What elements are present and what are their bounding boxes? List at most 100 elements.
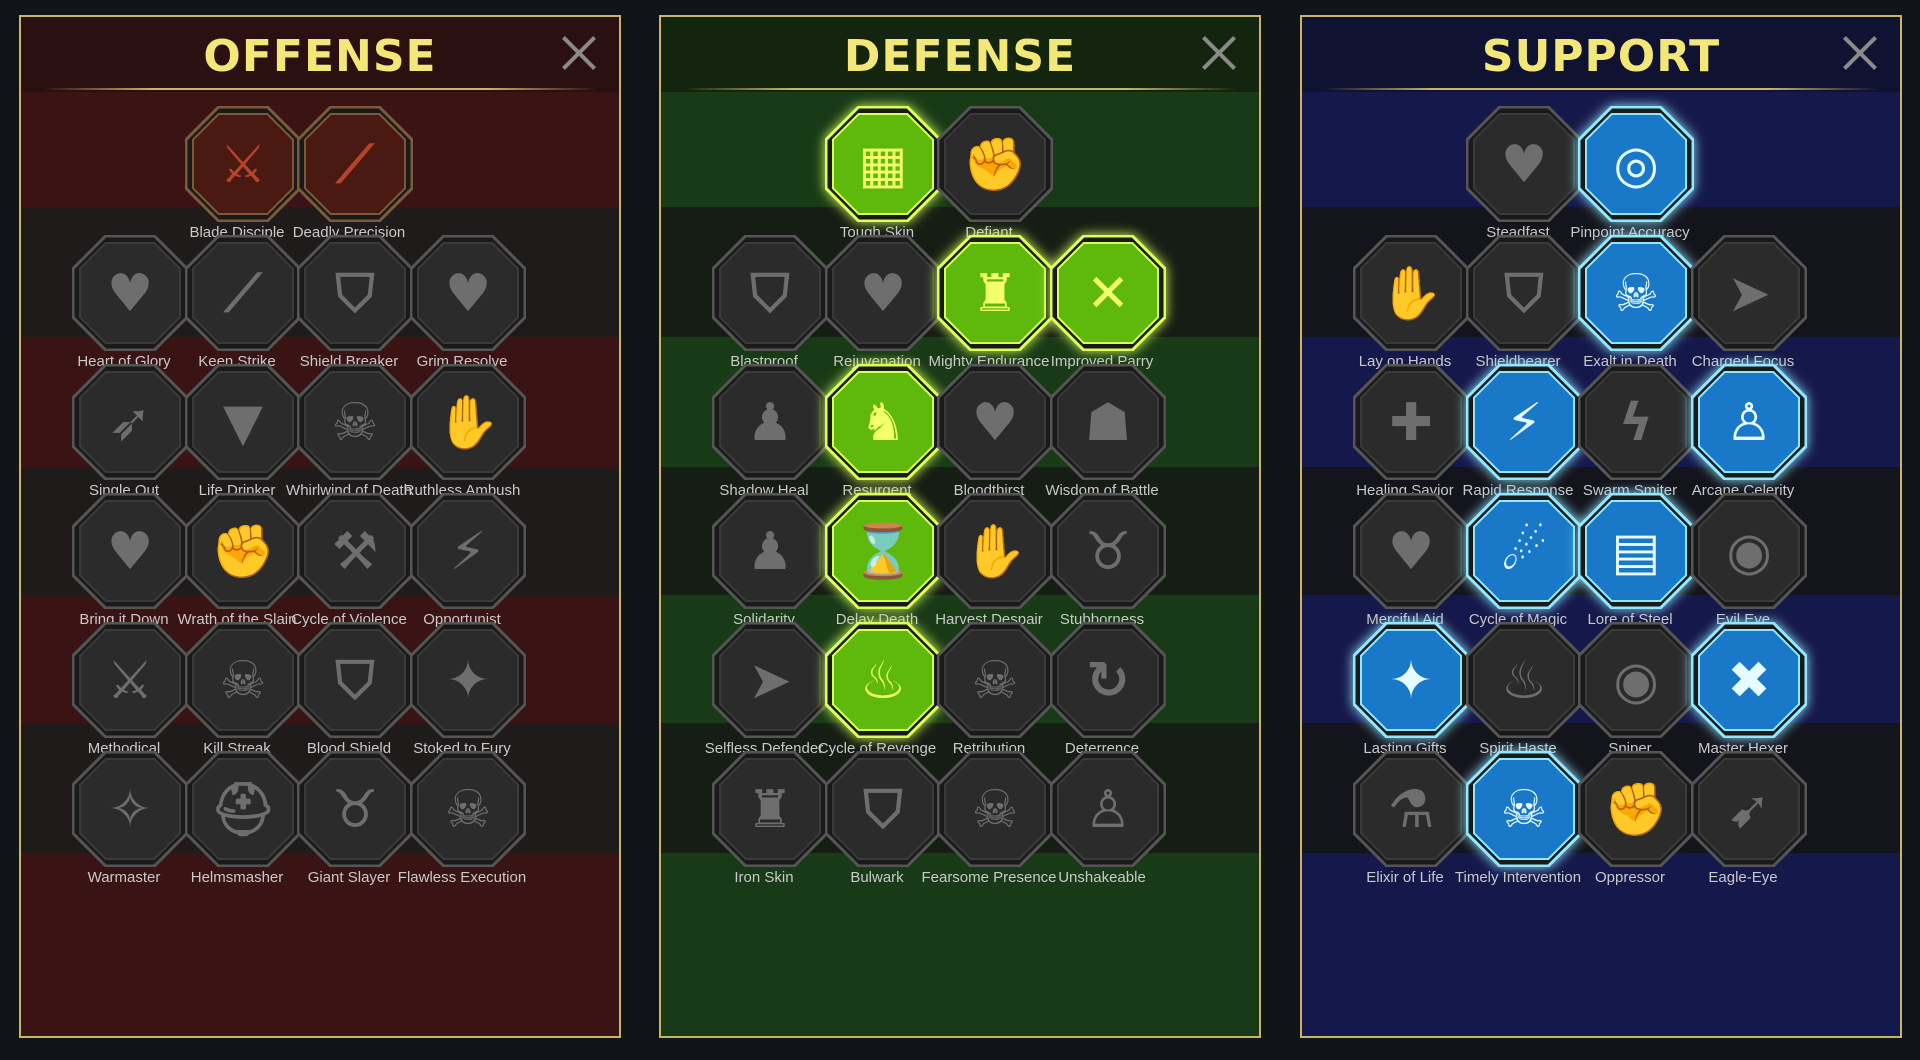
skill-pinpoint-accuracy[interactable]: ◎ Pinpoint Accuracy <box>1555 102 1705 252</box>
panel-title: OFFENSE <box>203 31 437 82</box>
group-figures-icon-glyph: ♟ <box>747 522 794 582</box>
voodoo-doll-icon-glyph: ✖ <box>1727 651 1771 711</box>
eagle-head-icon: ➹ <box>1691 751 1807 867</box>
bearded-skull-icon-glyph: ☠ <box>972 780 1019 840</box>
dagger-slash-icon-glyph: ⟋ <box>335 135 376 195</box>
skill-stoked-to-fury[interactable]: ✦ Stoked to Fury <box>387 618 537 768</box>
speeding-figure-icon-glyph: ♙ <box>1726 393 1773 453</box>
potion-flask-icon-glyph: ⚗ <box>1388 780 1435 840</box>
header-divider <box>683 88 1237 90</box>
crossed-weapons-icon-glyph: ⚔ <box>107 651 154 711</box>
skill-ruthless-ambush[interactable]: ✋ Ruthless Ambush <box>387 360 537 510</box>
hand-cycle-icon-glyph: ↻ <box>1086 651 1130 711</box>
panel-header: OFFENSE <box>21 17 619 92</box>
axe-cycle-icon-glyph: ⚒ <box>332 522 379 582</box>
raging-warrior-icon: ✦ <box>410 622 526 738</box>
sword-shield-icon-glyph: ⛉ <box>334 651 374 711</box>
anatomical-heart-icon-glyph: ♥ <box>860 264 907 324</box>
skill-arcane-celerity[interactable]: ♙ Arcane Celerity <box>1668 360 1818 510</box>
raging-warrior-icon-glyph: ✦ <box>446 651 490 711</box>
crowned-skull-icon: ☠ <box>410 751 526 867</box>
hand-beam-icon-glyph: ➤ <box>1727 264 1771 324</box>
comet-cycle-icon-glyph: ☄ <box>1501 522 1548 582</box>
skill-defiant[interactable]: ✊ Defiant <box>914 102 1064 252</box>
hooded-sage-icon-glyph: ☗ <box>1085 393 1132 453</box>
header-divider <box>43 88 597 90</box>
fanged-eye-icon: ◉ <box>1691 493 1807 609</box>
panel-title: SUPPORT <box>1481 31 1721 82</box>
voodoo-doll-icon: ✖ <box>1691 622 1807 738</box>
hooded-sage-icon: ☗ <box>1050 364 1166 480</box>
skill-evil-eye[interactable]: ◉ Evil Eye <box>1668 489 1818 639</box>
blood-drops-icon-glyph: ♨ <box>860 651 907 711</box>
panel-header: SUPPORT <box>1302 17 1900 92</box>
dagger-slash-icon: ⟋ <box>297 106 413 222</box>
fist-sword-icon-glyph: ✊ <box>211 522 276 582</box>
close-icon[interactable] <box>1840 33 1880 73</box>
skill-label: Unshakeable <box>1058 869 1146 886</box>
chained-heart-icon-glyph: ♥ <box>1388 522 1435 582</box>
fangs-icon-glyph: ▼ <box>223 393 263 453</box>
sword-heart-icon-glyph: ♥ <box>107 522 154 582</box>
broken-shield-icon-glyph: ⛉ <box>334 264 374 324</box>
skill-improved-parry[interactable]: ✕ Improved Parry <box>1027 231 1177 381</box>
skill-stubborness[interactable]: ♉ Stubborness <box>1027 489 1177 639</box>
skill-flawless-execution[interactable]: ☠ Flawless Execution <box>387 747 537 897</box>
crossed-blades-icon: ✕ <box>1050 235 1166 351</box>
horned-helm-heart-icon-glyph: ♥ <box>107 264 154 324</box>
skill-eagle-eye[interactable]: ➹ Eagle-Eye <box>1668 747 1818 897</box>
scale-plates-icon-glyph: ▦ <box>858 135 907 195</box>
skill-wisdom-of-battle[interactable]: ☗ Wisdom of Battle <box>1027 360 1177 510</box>
iron-warrior-icon-glyph: ♜ <box>747 780 794 840</box>
support-panel: SUPPORT ♥ Steadfast ◎ Pinpoint Accuracy ✋ Lay … <box>1300 15 1902 1038</box>
shield-waves-icon-glyph: ⛉ <box>1503 264 1543 324</box>
chain-lightning-icon: ⚡ <box>410 493 526 609</box>
lightning-bolt-icon-glyph: ⚡ <box>1506 393 1543 453</box>
skill-master-hexer[interactable]: ✖ Master Hexer <box>1668 618 1818 768</box>
hand-beam-icon: ➤ <box>1691 235 1807 351</box>
skill-grim-resolve[interactable]: ♥ Grim Resolve <box>387 231 537 381</box>
flaming-skull-icon-glyph: ☠ <box>1613 264 1660 324</box>
flexing-figure-icon-glyph: ♙ <box>1085 780 1132 840</box>
open-hand-icon-glyph: ✋ <box>963 521 1028 582</box>
fanged-eye-icon-glyph: ◉ <box>1726 522 1771 582</box>
hand-dagger-icon-glyph: ✋ <box>436 392 501 453</box>
close-icon[interactable] <box>1199 33 1239 73</box>
healing-figure-icon-glyph: ✚ <box>1389 393 1433 453</box>
bull-head-icon-glyph: ♉ <box>1085 522 1132 582</box>
winged-boot-icon-glyph: ♨ <box>1501 651 1548 711</box>
sword-sparkles-icon-glyph: ✧ <box>108 780 152 840</box>
crushing-fist-icon-glyph: ✊ <box>1604 780 1669 840</box>
skill-label: Eagle-Eye <box>1708 869 1778 886</box>
offense-panel: OFFENSE ⚔ Blade Disciple ⟋ Deadly Precision ♥… <box>19 15 621 1038</box>
hand-dagger-icon: ✋ <box>410 364 526 480</box>
cracked-helm-icon-glyph: ⛑ <box>210 780 276 840</box>
skull-heart-icon-glyph: ♥ <box>972 393 1019 453</box>
crowned-skull-icon-glyph: ☠ <box>445 780 492 840</box>
skill-deadly-precision[interactable]: ⟋ Deadly Precision <box>274 102 424 252</box>
heart-plus-icon-glyph: ♥ <box>1501 135 1548 195</box>
dripping-heart-icon: ♥ <box>410 235 526 351</box>
winged-shield-icon-glyph: ⛉ <box>862 780 902 840</box>
skill-label: Flawless Execution <box>397 869 527 886</box>
hand-cycle-icon: ↻ <box>1050 622 1166 738</box>
skill-charged-focus[interactable]: ➤ Charged Focus <box>1668 231 1818 381</box>
watching-eye-icon-glyph: ◉ <box>1613 651 1658 711</box>
skill-unshakeable[interactable]: ♙ Unshakeable <box>1027 747 1177 897</box>
skull-whirl-icon-glyph: ☠ <box>332 393 379 453</box>
defense-panel: DEFENSE ▦ Tough Skin ✊ Defiant ⛉ Blastproof ♥ Re… <box>659 15 1261 1038</box>
jagged-bolt-icon-glyph: ϟ <box>1619 393 1653 453</box>
flexing-figure-icon: ♙ <box>1050 751 1166 867</box>
crossed-swords-icon-glyph: ⚔ <box>220 135 267 195</box>
shadow-figures-icon-glyph: ♟ <box>747 393 794 453</box>
compass-star-icon-glyph: ✦ <box>1389 651 1433 711</box>
skill-deterrence[interactable]: ↻ Deterrence <box>1027 618 1177 768</box>
open-book-icon-glyph: ▤ <box>1611 522 1660 582</box>
hourglass-skull-icon-glyph: ⌛ <box>851 521 916 582</box>
speeding-figure-icon: ♙ <box>1691 364 1807 480</box>
panel-title: DEFENSE <box>843 31 1077 82</box>
close-icon[interactable] <box>559 33 599 73</box>
chain-lightning-icon-glyph: ⚡ <box>450 522 487 582</box>
target-burst-icon: ◎ <box>1578 106 1694 222</box>
skill-opportunist[interactable]: ⚡ Opportunist <box>387 489 537 639</box>
